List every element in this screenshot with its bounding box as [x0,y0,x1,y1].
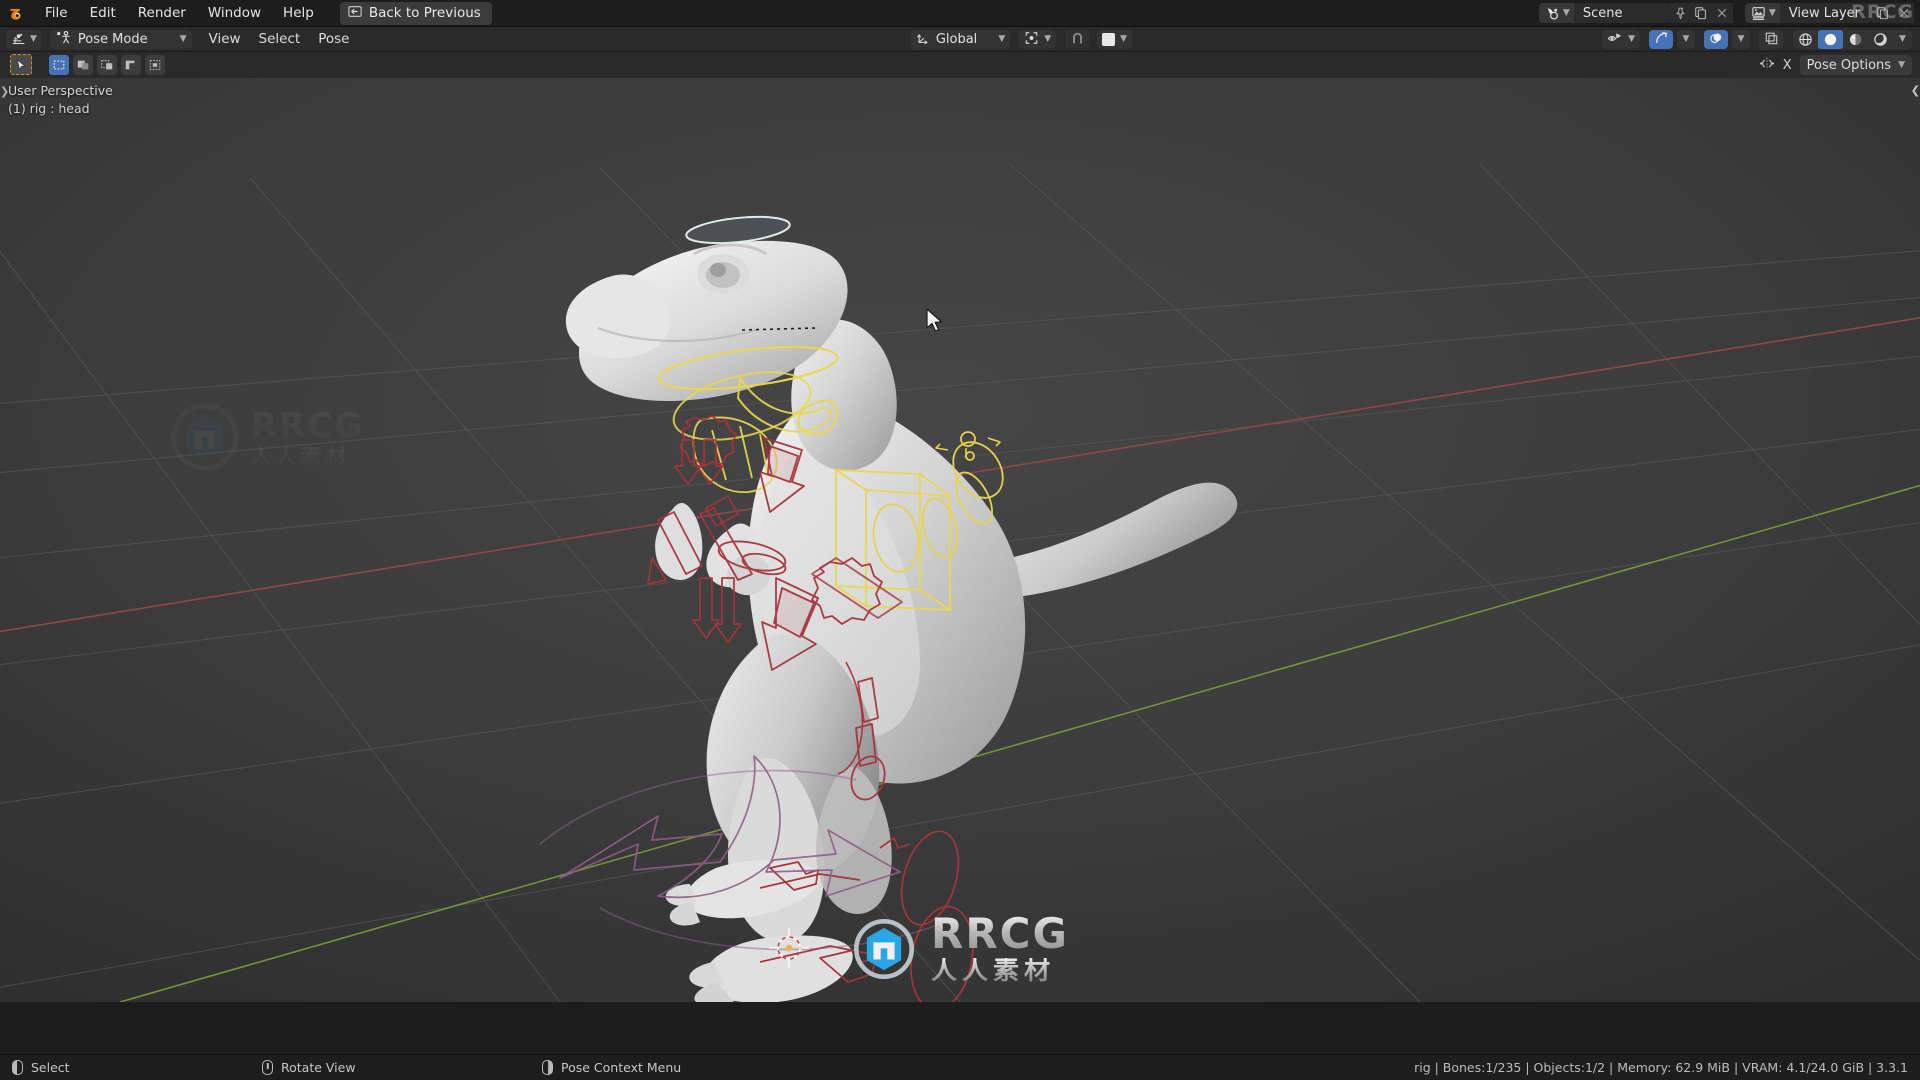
menu-help[interactable]: Help [272,2,325,24]
mode-label: Pose Mode [77,31,148,47]
blender-logo-icon[interactable] [0,0,34,27]
viewport-scene [0,78,1920,1002]
shading-wireframe-button[interactable] [1793,30,1818,49]
pose-mode-icon [56,30,72,49]
view-layer-selector[interactable]: ▼ View Layer [1744,3,1872,23]
select-subtract-icon[interactable] [121,54,141,75]
n-panel-tab-icon[interactable]: ❮ [1911,84,1920,97]
orientation-global-icon [916,30,931,49]
chevron-down-icon: ▼ [1044,33,1052,44]
status-hint-select: Select [12,1060,212,1075]
back-to-previous-button[interactable]: Back to Previous [339,1,492,25]
view-layer-icon[interactable]: ▼ [1744,3,1780,23]
remove-view-layer-icon[interactable] [1893,3,1914,23]
pin-icon[interactable] [1669,3,1691,23]
status-hint-label: Pose Context Menu [561,1060,682,1075]
top-bar: File Edit Render Window Help Back to Pre… [0,0,1920,27]
chevron-down-icon: ▼ [1562,7,1570,18]
transform-orientation-label: Global [935,31,978,47]
pivot-point-dropdown[interactable]: ▼ [1019,29,1057,49]
editor-type-3dview-icon[interactable]: ▼ [6,29,41,49]
shading-material-preview-button[interactable] [1843,30,1868,49]
shading-solid-button[interactable] [1818,29,1843,49]
mouse-right-icon [542,1060,553,1075]
chevron-down-icon: ▼ [998,33,1006,44]
proportional-editing-icon [1102,32,1116,46]
chevron-down-icon: ▼ [1682,33,1690,44]
back-to-previous-label: Back to Previous [368,5,481,21]
chevron-down-icon: ▼ [1768,7,1776,18]
mirror-axis-label[interactable]: X [1783,58,1792,73]
chevron-down-icon: ▼ [30,33,37,44]
pose-options-label: Pose Options [1806,57,1892,73]
chevron-down-icon: ▼ [1737,33,1745,44]
new-scene-icon[interactable] [1690,3,1712,23]
overlays-dropdown[interactable]: ▼ [1732,29,1750,49]
menu-edit[interactable]: Edit [79,2,127,24]
gizmo-icon [1654,30,1669,49]
pose-options-group: X Pose Options ▼ [1759,55,1912,75]
menu-file[interactable]: File [34,2,79,24]
overlays-toggle[interactable] [1704,29,1728,49]
x-axis-mirror-icon[interactable] [1759,56,1775,75]
viewport-menu-view[interactable]: View [200,29,250,49]
view-layer-name[interactable]: View Layer [1780,6,1872,21]
chevron-down-icon: ▼ [1899,33,1906,44]
viewport-header: ▼ Pose Mode ▼ View Select Pose Global ▼ … [0,27,1920,52]
topbar-right-controls: ▼ Scene ▼ View Layer [1537,0,1920,27]
chevron-down-icon: ▼ [1120,33,1128,44]
new-view-layer-icon[interactable] [1872,3,1893,23]
status-hint-label: Rotate View [281,1060,356,1075]
chevron-down-icon: ▼ [179,33,187,44]
tool-settings-row: X Pose Options ▼ [0,52,1920,78]
pivot-median-point-icon [1024,30,1039,49]
object-types-visibility-icon [1607,30,1623,49]
tweak-select-box-icon[interactable] [10,54,32,75]
status-hint-rotate-view: Rotate View [262,1060,492,1075]
mode-selector[interactable]: Pose Mode ▼ [49,29,192,49]
status-stats: rig | Bones:1/235 | Objects:1/2 | Memory… [1414,1060,1908,1075]
pose-options-dropdown[interactable]: Pose Options ▼ [1799,55,1912,75]
select-extend-icon[interactable] [97,54,117,75]
back-to-previous-icon [348,5,362,22]
scene-data-icon[interactable]: ▼ [1538,3,1574,23]
status-bar: Select Rotate View Pose Context Menu rig… [0,1054,1920,1080]
chevron-down-icon: ▼ [1628,33,1635,44]
scene-name[interactable]: Scene [1574,6,1670,21]
3d-viewport[interactable]: RRCG 人人素材 RRCG 人人素材 ❯ User Perspective (… [0,78,1920,1002]
shading-dropdown[interactable]: ▼ [1893,30,1912,49]
transform-orientation-dropdown[interactable]: Global ▼ [910,29,1011,49]
snap-magnet-icon [1070,30,1085,49]
viewport-menu-select[interactable]: Select [250,29,310,49]
sidebar-collapse-icon[interactable]: ❯ [0,85,9,98]
viewport-menu-pose[interactable]: Pose [309,29,358,49]
select-box-icon[interactable] [49,54,69,75]
chevron-down-icon: ▼ [1898,59,1905,70]
snap-toggle[interactable] [1065,29,1090,49]
gizmo-toggle[interactable] [1649,29,1673,49]
proportional-editing-toggle[interactable]: ▼ [1097,29,1133,49]
menu-window[interactable]: Window [197,2,272,24]
mouse-left-icon [12,1060,23,1075]
gizmo-dropdown[interactable]: ▼ [1677,29,1695,49]
select-difference-icon[interactable] [145,54,165,75]
mouse-middle-icon [262,1060,273,1075]
xray-toggle[interactable] [1759,29,1783,49]
overlays-icon [1709,30,1724,49]
tool-buttons [10,54,165,75]
select-new-icon[interactable] [73,54,93,75]
object-types-visibility-dropdown[interactable]: ▼ [1602,29,1640,49]
shading-rendered-button[interactable] [1868,30,1893,49]
xray-toggle-icon [1764,30,1779,49]
blender-window: File Edit Render Window Help Back to Pre… [0,0,1920,1080]
status-hint-label: Select [31,1060,70,1075]
scene-selector[interactable]: ▼ Scene [1538,3,1670,23]
unlink-scene-icon[interactable] [1711,3,1733,23]
menu-render[interactable]: Render [127,2,197,24]
status-hint-pose-context-menu: Pose Context Menu [542,1060,681,1075]
